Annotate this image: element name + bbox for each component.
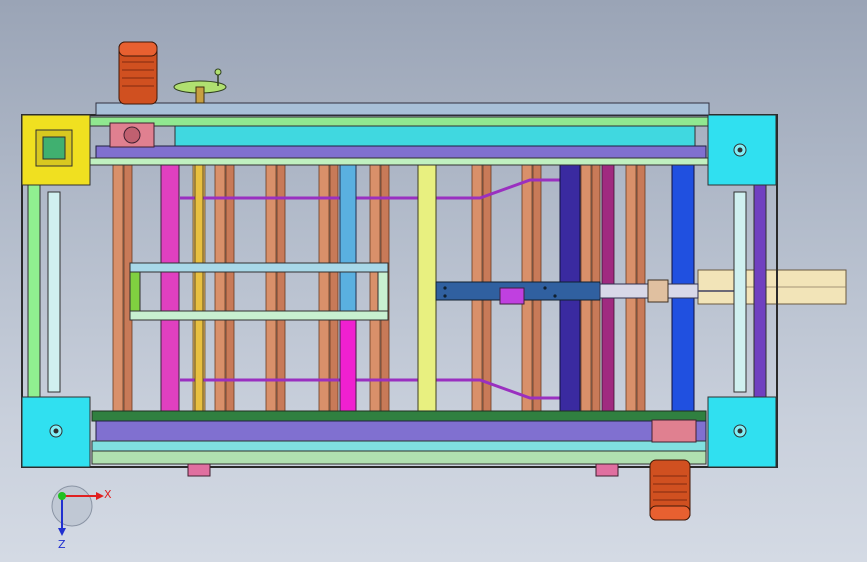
triad-z-label: Z — [58, 538, 66, 551]
corner-block-top-left[interactable] — [21, 114, 91, 186]
cad-model-top-view[interactable]: X Z — [0, 0, 867, 562]
magenta-beam-center[interactable] — [339, 319, 357, 414]
corner-block-top-right[interactable] — [707, 114, 777, 186]
motor-bottom[interactable] — [649, 459, 691, 521]
magenta-beam-left[interactable] — [160, 164, 180, 414]
cad-viewport[interactable]: X Z — [0, 0, 867, 562]
yellow-beam[interactable] — [194, 164, 204, 414]
corner-block-bottom-left[interactable] — [21, 396, 91, 468]
yellow-beam-center[interactable] — [417, 164, 437, 414]
feet — [187, 463, 619, 477]
motor-top[interactable] — [118, 41, 158, 105]
bottom-rails[interactable] — [91, 410, 707, 465]
handwheel[interactable] — [173, 68, 227, 104]
triad-x-label: X — [104, 488, 112, 501]
coordinate-triad: X Z — [51, 485, 112, 551]
gearbox-bottom[interactable] — [651, 419, 697, 443]
corner-block-bottom-right[interactable] — [707, 396, 777, 468]
top-rails[interactable] — [89, 102, 710, 166]
